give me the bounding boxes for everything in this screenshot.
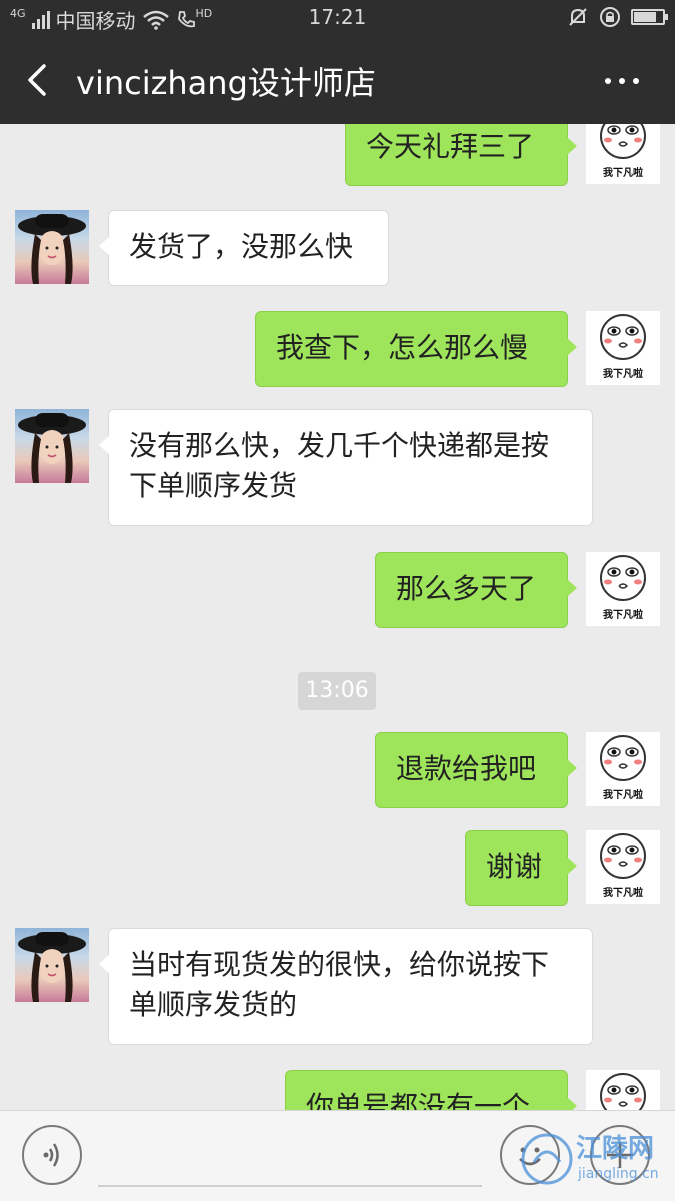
- chat-header: vincizhang设计师店: [0, 36, 675, 124]
- back-arrow-icon[interactable]: [22, 60, 62, 100]
- meme-caption: 我下凡啦: [603, 367, 643, 380]
- voice-input-button[interactable]: [22, 1125, 82, 1185]
- alarm-lock-icon: [600, 7, 620, 27]
- my-avatar[interactable]: 我下凡啦: [586, 830, 660, 904]
- meme-face-icon: 我下凡啦: [600, 833, 646, 899]
- my-avatar[interactable]: 我下凡啦: [586, 124, 660, 184]
- contact-avatar[interactable]: [15, 409, 89, 483]
- contact-photo-icon: [18, 214, 86, 284]
- message-bubble-received[interactable]: 发货了，没那么快: [99, 210, 389, 286]
- status-bar: 4G 中国移动 HD 17:21: [0, 0, 675, 36]
- my-avatar[interactable]: 我下凡啦: [586, 732, 660, 806]
- message-text: 没有那么快，发几千个快递都是按下单顺序发货: [129, 429, 550, 502]
- message-bubble-received[interactable]: 当时有现货发的很快，给你说按下单顺序发货的: [99, 928, 593, 1045]
- message-bubble-sent[interactable]: 我查下，怎么那么慢: [255, 311, 577, 387]
- contact-photo-icon: [18, 413, 86, 483]
- meme-face-icon: 我下凡啦: [600, 124, 646, 179]
- meme-face-icon: 我下凡啦: [600, 314, 646, 380]
- meme-caption: 我下凡啦: [603, 608, 643, 621]
- message-text: 你单号都没有一个: [306, 1090, 531, 1110]
- watermark-brand: 江陵网: [576, 1134, 655, 1164]
- more-options-icon[interactable]: [605, 78, 639, 84]
- message-bubble-received[interactable]: 没有那么快，发几千个快递都是按下单顺序发货: [99, 409, 593, 526]
- contact-photo-icon: [18, 932, 86, 1002]
- message-text: 那么多天了: [396, 572, 537, 605]
- mute-bell-icon: [569, 8, 587, 26]
- message-bubble-sent[interactable]: 退款给我吧: [375, 732, 577, 808]
- meme-face-icon: 我下凡啦: [600, 555, 646, 621]
- battery-icon: [631, 9, 668, 25]
- site-watermark: 江陵网 jiangling.cn: [520, 1128, 670, 1192]
- message-text: 退款给我吧: [396, 752, 537, 785]
- message-bubble-sent[interactable]: 谢谢: [465, 830, 577, 906]
- my-avatar[interactable]: 我下凡啦: [586, 311, 660, 385]
- meme-face-icon: 我下凡啦: [600, 1073, 646, 1110]
- watermark-domain: jiangling.cn: [578, 1166, 659, 1182]
- my-avatar[interactable]: 我下凡啦: [586, 1070, 660, 1110]
- message-text: 当时有现货发的很快，给你说按下单顺序发货的: [129, 948, 550, 1021]
- message-text: 发货了，没那么快: [129, 230, 354, 263]
- meme-face-icon: 我下凡啦: [600, 735, 646, 801]
- contact-avatar[interactable]: [15, 210, 89, 284]
- voice-icon: [43, 1143, 59, 1167]
- message-bubble-sent[interactable]: 今天礼拜三了: [345, 124, 577, 186]
- watermark-logo-icon: [521, 1133, 573, 1185]
- message-input[interactable]: [98, 1131, 482, 1187]
- message-text: 我查下，怎么那么慢: [276, 331, 529, 364]
- message-bubble-sent[interactable]: 那么多天了: [375, 552, 577, 628]
- meme-caption: 我下凡啦: [603, 166, 643, 179]
- contact-avatar[interactable]: [15, 928, 89, 1002]
- meme-caption: 我下凡啦: [603, 788, 643, 801]
- meme-caption: 我下凡啦: [603, 886, 643, 899]
- message-text: 今天礼拜三了: [366, 130, 535, 163]
- timestamp-divider: 13:06: [298, 672, 376, 710]
- my-avatar[interactable]: 我下凡啦: [586, 552, 660, 626]
- message-list[interactable]: 今天礼拜三了 我下凡啦 发货了，没那么快 我查下，怎么那么慢 我下凡啦 没有那么…: [0, 124, 675, 1110]
- message-bubble-sent[interactable]: 你单号都没有一个: [285, 1070, 577, 1110]
- message-text: 谢谢: [486, 850, 543, 883]
- chat-title: vincizhang设计师店: [76, 64, 376, 102]
